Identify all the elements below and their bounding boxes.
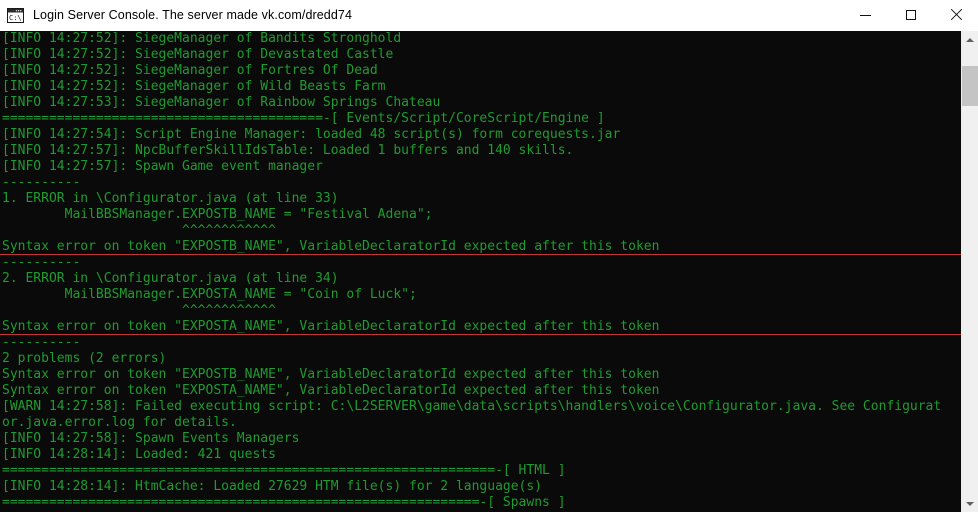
maximize-button[interactable] (888, 0, 933, 30)
console-window-icon: C:\ (7, 7, 24, 23)
console-line: 2 problems (2 errors) (2, 351, 167, 366)
console-line: [INFO 14:28:14]: HtmCache: Loaded 27629 … (2, 479, 543, 494)
console-line: ^^^^^^^^^^^^ (2, 303, 276, 318)
console-line: [INFO 14:27:52]: SiegeManager of Wild Be… (2, 79, 386, 94)
scrollbar-thumb[interactable] (962, 66, 978, 106)
console-line: [INFO 14:27:57]: Spawn Game event manage… (2, 159, 323, 174)
console-line: MailBBSManager.EXPOSTA_NAME = "Coin of L… (2, 287, 417, 302)
console-line: ========================================… (2, 495, 566, 510)
console-line: ========================================… (2, 111, 605, 126)
minimize-button[interactable] (843, 0, 888, 30)
console-line: or.java.error.log for details. (2, 415, 237, 430)
console-area: [INFO 14:27:52]: SiegeManager of Bandits… (0, 31, 978, 512)
console-line: ---------- (2, 175, 81, 190)
console-line: 1. ERROR in \Configurator.java (at line … (2, 191, 339, 206)
scroll-down-button[interactable] (962, 495, 978, 512)
minimize-icon (860, 14, 871, 16)
console-line: [INFO 14:27:57]: NpcBufferSkillIdsTable:… (2, 143, 574, 158)
console-line: ---------- (2, 335, 81, 350)
console-error-line: Syntax error on token "EXPOSTA_NAME", Va… (0, 319, 961, 335)
chevron-up-icon (966, 37, 974, 42)
console-line: [INFO 14:28:14]: Loaded: 421 quests (2, 447, 276, 462)
console-line: Syntax error on token "EXPOSTB_NAME", Va… (2, 367, 660, 382)
console-line: MailBBSManager.EXPOSTB_NAME = "Festival … (2, 207, 433, 222)
title-bar[interactable]: C:\ Login Server Console. The server mad… (0, 0, 978, 31)
console-line: [INFO 14:27:54]: Script Engine Manager: … (2, 127, 621, 142)
close-icon (950, 9, 962, 21)
console-window: C:\ Login Server Console. The server mad… (0, 0, 978, 512)
console-line: ========================================… (2, 463, 566, 478)
scroll-up-button[interactable] (962, 31, 978, 48)
console-line: [INFO 14:27:53]: SiegeManager of Rainbow… (2, 95, 441, 110)
console-line: [INFO 14:27:52]: SiegeManager of Fortres… (2, 63, 378, 78)
console-line: ^^^^^^^^^^^^ (2, 223, 276, 238)
console-output[interactable]: [INFO 14:27:52]: SiegeManager of Bandits… (0, 31, 961, 512)
console-error-line: Syntax error on token "EXPOSTB_NAME", Va… (0, 239, 961, 255)
window-controls (843, 0, 978, 30)
console-line: [WARN 14:27:58]: Failed executing script… (2, 399, 942, 414)
console-line: ---------- (2, 255, 81, 270)
console-line: 2. ERROR in \Configurator.java (at line … (2, 271, 339, 286)
console-line: Syntax error on token "EXPOSTA_NAME", Va… (2, 383, 660, 398)
close-button[interactable] (933, 0, 978, 30)
window-title: Login Server Console. The server made vk… (33, 8, 353, 22)
maximize-icon (905, 10, 916, 20)
scrollbar-track[interactable] (962, 48, 978, 495)
console-line: [INFO 14:27:58]: Spawn Events Managers (2, 431, 300, 446)
console-line: [INFO 14:27:52]: SiegeManager of Devasta… (2, 47, 394, 62)
svg-text:C:\: C:\ (9, 14, 22, 22)
console-line: [INFO 14:27:52]: SiegeManager of Bandits… (2, 31, 402, 46)
vertical-scrollbar[interactable] (961, 31, 978, 512)
chevron-down-icon (966, 501, 974, 506)
